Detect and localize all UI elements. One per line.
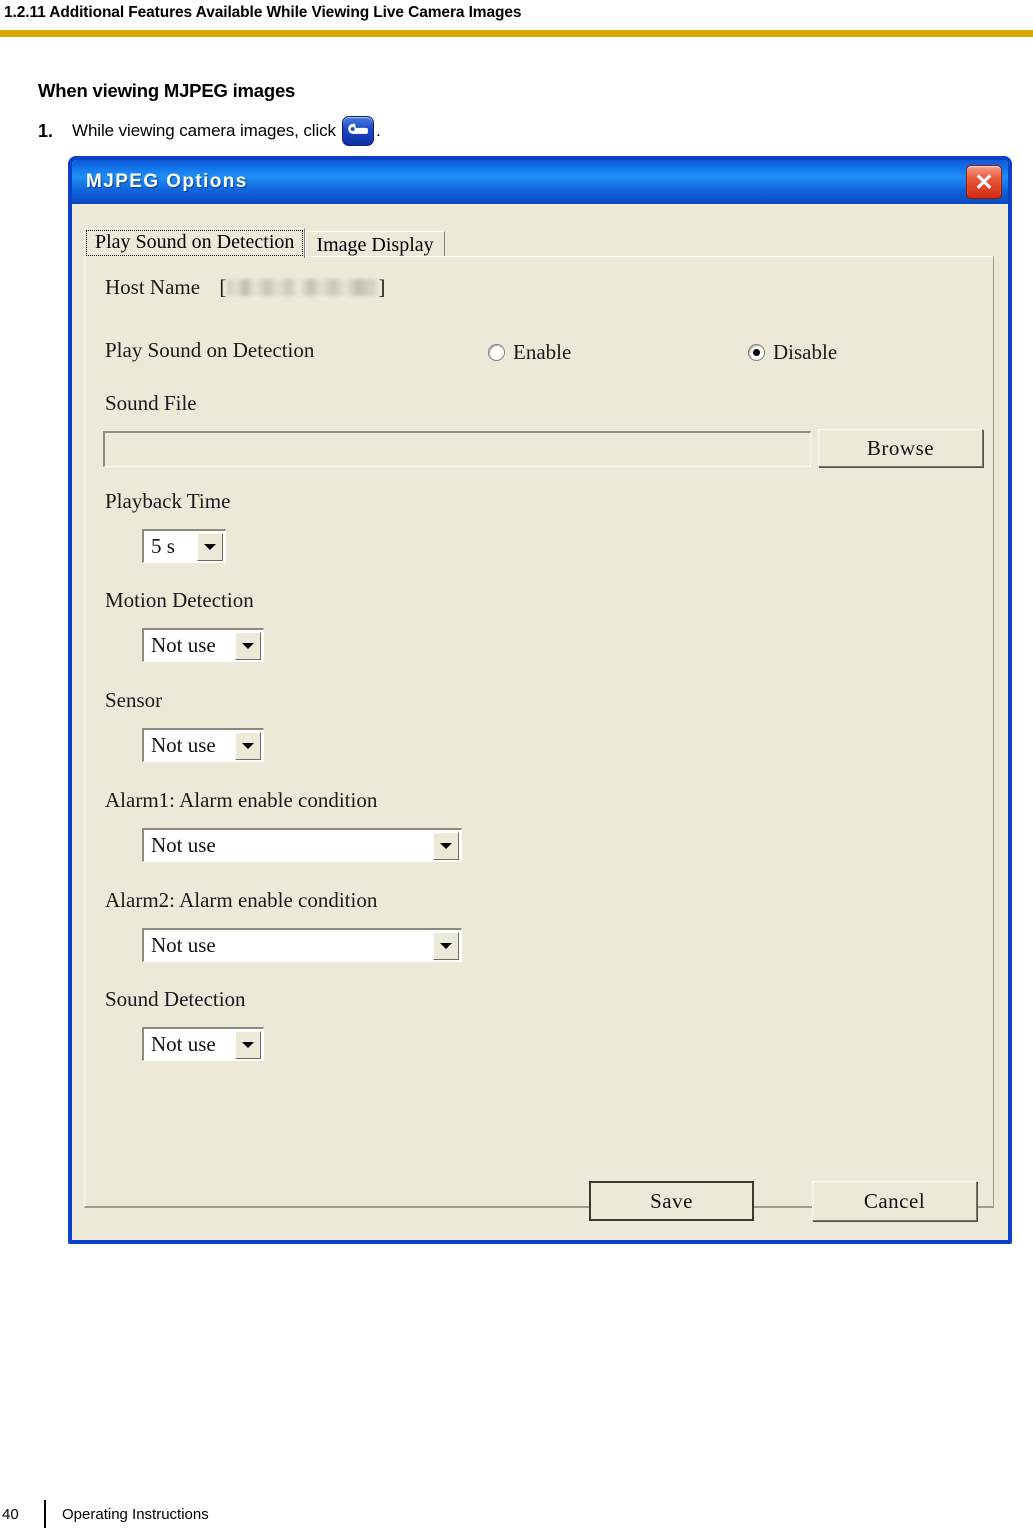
tab-image-display[interactable]: Image Display: [305, 231, 445, 258]
page-title: 1.2.11 Additional Features Available Whi…: [4, 4, 522, 21]
header-rule: [0, 30, 1033, 37]
alarm2-value: Not use: [151, 933, 216, 957]
radio-enable[interactable]: Enable: [488, 340, 571, 365]
step-period: .: [375, 121, 381, 140]
alarm1-value: Not use: [151, 833, 216, 857]
page-header: 1.2.11 Additional Features Available Whi…: [0, 0, 1033, 37]
step-text: While viewing camera images, click: [72, 121, 336, 140]
close-glyph: ✕: [974, 168, 994, 195]
cancel-button[interactable]: Cancel: [812, 1181, 977, 1221]
alarm1-combo[interactable]: Not use: [142, 828, 462, 862]
playback-time-combo[interactable]: 5 s: [142, 529, 226, 563]
section-heading: When viewing MJPEG images: [38, 80, 296, 101]
host-name-label: Host Name: [105, 275, 201, 299]
radio-disable[interactable]: Disable: [748, 340, 837, 365]
footer-divider: [44, 1500, 46, 1528]
close-icon[interactable]: ✕: [966, 165, 1002, 199]
alarm1-label: Alarm1: Alarm enable condition: [105, 788, 378, 812]
sound-detection-combo[interactable]: Not use: [142, 1027, 264, 1061]
chevron-down-icon[interactable]: [433, 931, 459, 960]
footer-label: Operating Instructions: [62, 1505, 209, 1523]
browse-button[interactable]: Browse: [818, 429, 983, 467]
tab-label: Play Sound on Detection: [95, 231, 295, 253]
sensor-value: Not use: [151, 733, 216, 757]
alarm2-combo[interactable]: Not use: [142, 928, 462, 962]
chevron-down-icon[interactable]: [235, 1030, 261, 1059]
motion-detection-value: Not use: [151, 633, 216, 657]
chevron-down-icon[interactable]: [433, 831, 459, 860]
motion-detection-label: Motion Detection: [105, 588, 254, 612]
page-footer: 40 Operating Instructions: [0, 1500, 1033, 1528]
host-name-bracket-open: [: [219, 275, 227, 299]
host-name-value-redacted: [227, 279, 378, 296]
radio-enable-dot[interactable]: [488, 344, 505, 361]
dialog-title: MJPEG Options: [86, 171, 248, 192]
tab-label: Image Display: [316, 234, 434, 256]
step-item: 1. While viewing camera images, click .: [38, 116, 381, 146]
tab-strip: Play Sound on Detection Image Display: [84, 224, 445, 258]
sound-file-input[interactable]: [103, 431, 811, 467]
radio-enable-label: Enable: [513, 340, 572, 364]
sound-file-label: Sound File: [105, 391, 197, 415]
chevron-down-icon[interactable]: [235, 731, 261, 760]
wrench-icon: [341, 116, 374, 146]
chevron-down-icon[interactable]: [197, 532, 223, 561]
radio-disable-dot[interactable]: [748, 344, 765, 361]
footer-page-number: 40: [2, 1505, 19, 1523]
sensor-combo[interactable]: Not use: [142, 728, 264, 762]
sensor-label: Sensor: [105, 688, 163, 712]
host-name-row: Host Name []: [105, 275, 385, 300]
dialog-titlebar[interactable]: MJPEG Options ✕: [72, 160, 1008, 204]
playback-time-value: 5 s: [151, 534, 175, 558]
tab-content-panel: Host Name [] Play Sound on Detection Ena…: [84, 256, 994, 1208]
alarm2-label: Alarm2: Alarm enable condition: [105, 888, 378, 912]
step-number: 1.: [38, 120, 54, 141]
radio-disable-label: Disable: [773, 340, 838, 364]
sound-detection-value: Not use: [151, 1032, 216, 1056]
tab-play-sound-on-detection[interactable]: Play Sound on Detection: [84, 228, 306, 258]
mjpeg-options-dialog: MJPEG Options ✕ Play Sound on Detection …: [68, 156, 1012, 1244]
playback-time-label: Playback Time: [105, 489, 231, 513]
motion-detection-combo[interactable]: Not use: [142, 628, 264, 662]
sound-detection-label: Sound Detection: [105, 987, 246, 1011]
chevron-down-icon[interactable]: [235, 631, 261, 660]
host-name-bracket-close: ]: [378, 275, 386, 299]
play-sound-label: Play Sound on Detection: [105, 338, 315, 362]
save-button[interactable]: Save: [589, 1181, 754, 1221]
